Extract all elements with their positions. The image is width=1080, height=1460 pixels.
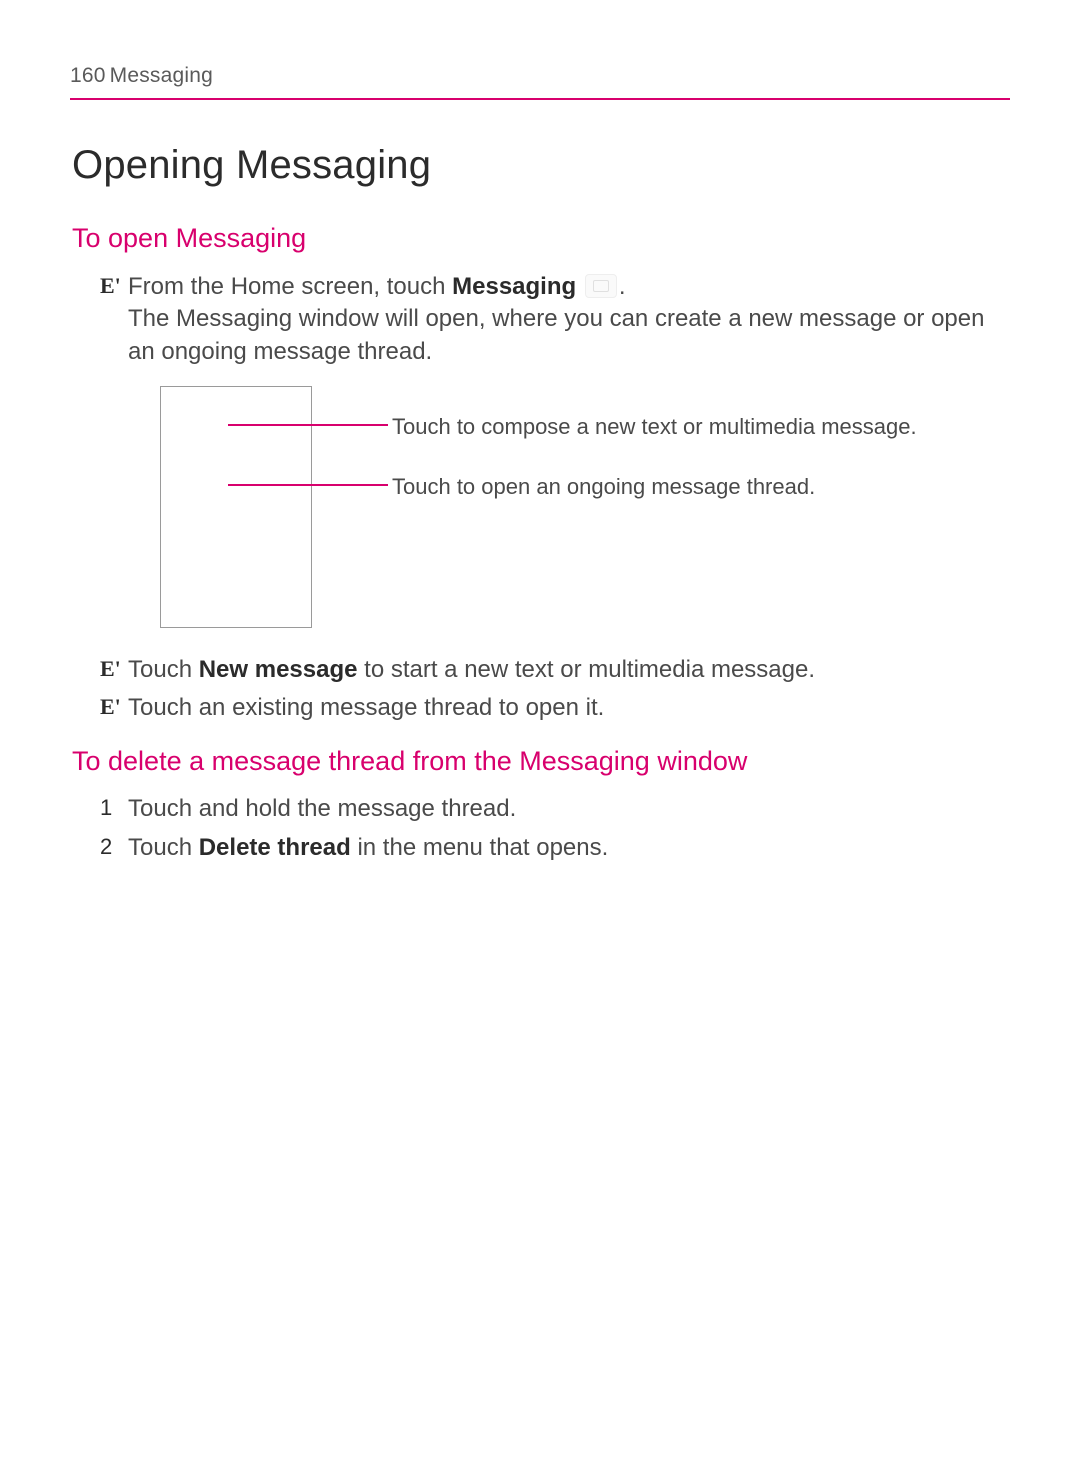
- section-heading-open: To open Messaging: [72, 220, 1010, 256]
- step2-bold: New message: [199, 656, 358, 683]
- bullet-text: Touch New message to start a new text or…: [128, 654, 1000, 686]
- callout-line-1: [228, 424, 388, 426]
- step-text: Touch Delete thread in the menu that ope…: [128, 832, 1000, 864]
- callout-line-2: [228, 484, 388, 486]
- bullet-marker: E': [100, 692, 128, 723]
- step1-continuation: The Messaging window will open, where yo…: [128, 305, 984, 364]
- delete-body: 1 Touch and hold the message thread. 2 T…: [100, 793, 1000, 864]
- open-body: E' From the Home screen, touch Messaging…: [100, 271, 1000, 725]
- n2-prefix: Touch: [128, 834, 199, 861]
- bullet-text: From the Home screen, touch Messaging . …: [128, 271, 1000, 368]
- header-section: Messaging: [110, 64, 213, 87]
- phone-screenshot-placeholder: [160, 386, 312, 628]
- page-title: Opening Messaging: [72, 138, 1010, 192]
- step-number: 2: [100, 832, 128, 863]
- bullet-step-1: E' From the Home screen, touch Messaging…: [100, 271, 1000, 368]
- n2-suffix: in the menu that opens.: [351, 834, 609, 861]
- bullet-marker: E': [100, 271, 128, 302]
- numbered-step-2: 2 Touch Delete thread in the menu that o…: [100, 832, 1000, 864]
- running-header: 160Messaging: [70, 62, 1010, 100]
- bullet-step-2: E' Touch New message to start a new text…: [100, 654, 1000, 686]
- callout-text-1: Touch to compose a new text or multimedi…: [392, 412, 952, 442]
- step-text: Touch and hold the message thread.: [128, 793, 1000, 825]
- step1-prefix: From the Home screen, touch: [128, 273, 452, 300]
- numbered-step-1: 1 Touch and hold the message thread.: [100, 793, 1000, 825]
- messaging-app-icon: [585, 274, 617, 298]
- n2-bold: Delete thread: [199, 834, 351, 861]
- step1-bold: Messaging: [452, 273, 576, 300]
- screenshot-diagram: Touch to compose a new text or multimedi…: [160, 386, 1000, 634]
- bullet-marker: E': [100, 654, 128, 685]
- callout-text-2: Touch to open an ongoing message thread.: [392, 472, 952, 502]
- section-heading-delete: To delete a message thread from the Mess…: [72, 743, 1010, 779]
- step1-suffix: .: [619, 273, 626, 300]
- bullet-text: Touch an existing message thread to open…: [128, 692, 1000, 724]
- manual-page: 160Messaging Opening Messaging To open M…: [0, 0, 1080, 864]
- step2-suffix: to start a new text or multimedia messag…: [357, 656, 815, 683]
- step-number: 1: [100, 793, 128, 824]
- page-number: 160: [70, 64, 106, 87]
- bullet-step-3: E' Touch an existing message thread to o…: [100, 692, 1000, 724]
- step2-prefix: Touch: [128, 656, 199, 683]
